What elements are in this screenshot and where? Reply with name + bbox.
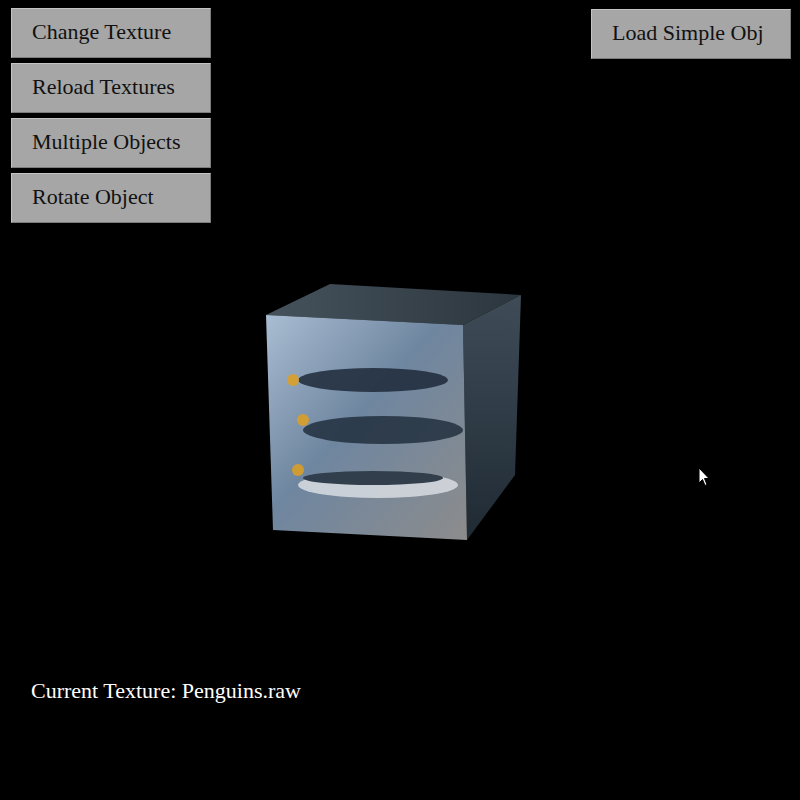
textured-cube: [263, 280, 525, 542]
top-bar: Change TextureReload TexturesMultiple Ob…: [0, 0, 800, 223]
toolbar-button[interactable]: Reload Textures: [11, 63, 211, 113]
cursor-icon: [698, 467, 710, 487]
penguin-shapes: [287, 368, 463, 498]
toolbar-button[interactable]: Rotate Object: [11, 173, 211, 223]
load-object-button[interactable]: Load Simple Obj: [591, 9, 791, 59]
render-window: Change TextureReload TexturesMultiple Ob…: [0, 0, 800, 800]
viewport[interactable]: [0, 223, 800, 542]
toolbar-button[interactable]: Multiple Objects: [11, 118, 211, 168]
toolbar: Change TextureReload TexturesMultiple Ob…: [11, 8, 211, 223]
cube-right-face: [463, 295, 521, 540]
cube-front-face: [266, 315, 467, 540]
toolbar-button[interactable]: Change Texture: [11, 8, 211, 58]
status-text: Current Texture: Penguins.raw: [0, 542, 800, 704]
